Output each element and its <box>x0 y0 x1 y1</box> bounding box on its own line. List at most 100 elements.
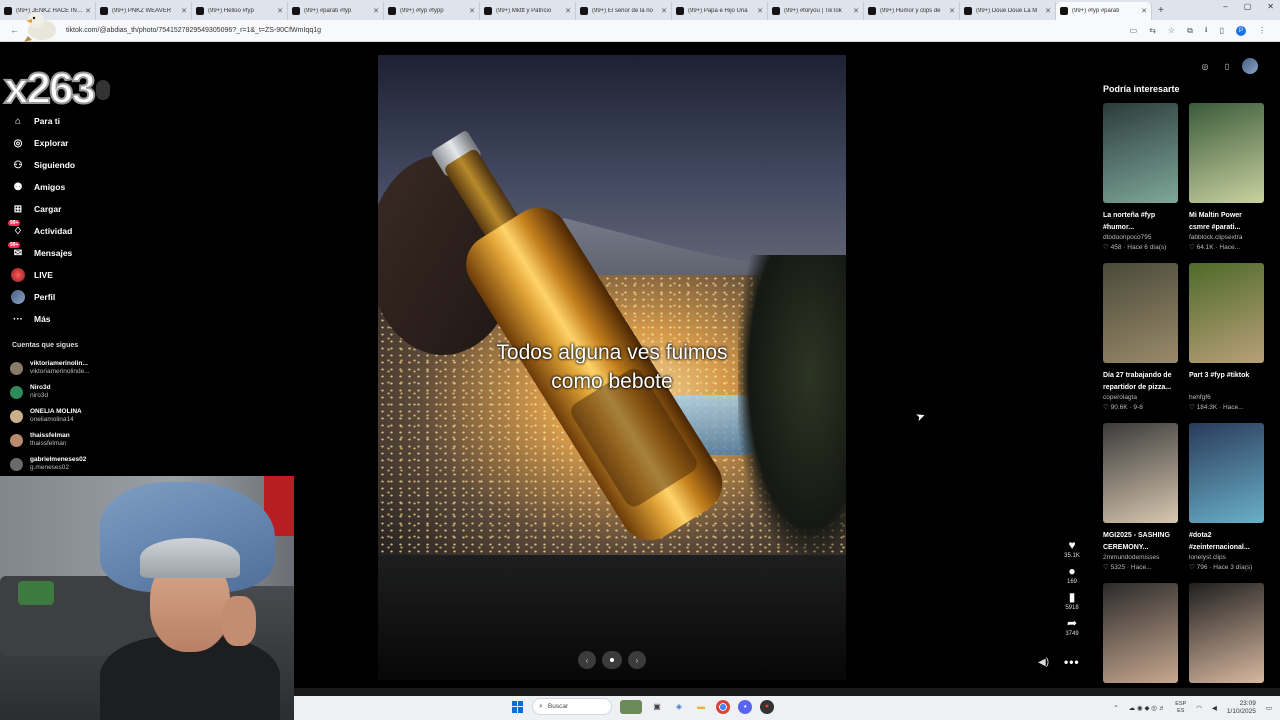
following-account[interactable]: gabrielmeneses02 g.meneses02 <box>10 452 120 476</box>
recommended-thumbnail[interactable] <box>1189 423 1264 523</box>
speaker-icon[interactable]: ◀ <box>1212 704 1217 712</box>
tab-close-icon[interactable]: ✕ <box>373 7 379 15</box>
split-view-icon[interactable]: ▯ <box>1220 26 1224 35</box>
tray-chevron-icon[interactable]: ⌃ <box>1113 704 1118 712</box>
share-icon[interactable]: ➦ <box>1067 616 1077 630</box>
wifi-icon[interactable]: ◠ <box>1196 704 1202 712</box>
following-account[interactable]: Niro3d niro3d <box>10 380 120 404</box>
widgets-icon[interactable] <box>620 699 642 714</box>
browser-tab[interactable]: (99+) PNKZ WEAVER ✕ <box>96 2 192 20</box>
recommended-card[interactable]: Mi Maltin Power csmre #parati... fabblock… <box>1189 103 1264 263</box>
recommended-thumbnail[interactable] <box>1103 423 1178 523</box>
sidebar-item-amigos[interactable]: ⚉ Amigos <box>8 176 158 198</box>
browser-tab[interactable]: (99+) Mkttt y Patricio ✕ <box>480 2 576 20</box>
more-options-icon[interactable]: ••• <box>1064 655 1080 669</box>
close-window-button[interactable]: ✕ <box>1267 2 1274 11</box>
tab-close-icon[interactable]: ✕ <box>949 7 955 15</box>
cast-icon[interactable]: ▭ <box>1130 26 1138 35</box>
browser-tab[interactable]: (99+) Doue Doue La M ✕ <box>960 2 1056 20</box>
tab-close-icon[interactable]: ✕ <box>853 7 859 15</box>
chrome-icon[interactable] <box>716 699 730 714</box>
translate-icon[interactable]: ⇆ <box>1149 26 1156 35</box>
taskbar-clock[interactable]: 23:09 1/10/2025 <box>1227 700 1256 716</box>
browser-tab[interactable]: (99+) #fyp #fypp ✕ <box>384 2 480 20</box>
photo-post-viewer[interactable]: Todos alguna ves fuimos como bebote <box>378 55 846 680</box>
extensions-icon[interactable]: ⧉ <box>1187 26 1193 36</box>
notification-icon[interactable]: ▭ <box>1266 704 1272 712</box>
tab-close-icon[interactable]: ✕ <box>1141 7 1147 15</box>
bookmark-icon[interactable]: ▮ <box>1069 590 1076 604</box>
browser-tab[interactable]: (99+) El señor de la no ✕ <box>576 2 672 20</box>
following-account[interactable]: viktoriamerinolin... viktoriamerinolinde.… <box>10 356 120 380</box>
browser-menu-icon[interactable]: ⋮ <box>1258 26 1266 35</box>
comment-action[interactable]: ● 169 <box>1067 564 1077 586</box>
browser-tab[interactable]: (99+) Papa e Hijo Una ✕ <box>672 2 768 20</box>
recommended-thumbnail[interactable] <box>1103 263 1178 363</box>
tab-close-icon[interactable]: ✕ <box>469 7 475 15</box>
language-indicator[interactable]: ESP ES <box>1175 701 1186 715</box>
volume-icon[interactable]: ◀) <box>1038 657 1049 668</box>
bookmark-star-icon[interactable]: ☆ <box>1168 26 1175 35</box>
sidebar-item-actividad[interactable]: ♢ 99+ Actividad <box>8 220 158 242</box>
maximize-button[interactable]: ▢ <box>1244 2 1252 11</box>
file-explorer-icon[interactable]: ▣ <box>650 700 664 714</box>
sidebar-item-mensajes[interactable]: ✉ 99+ Mensajes <box>8 242 158 264</box>
recommended-caption: Día 27 trabajando de repartidor de pizza… <box>1103 372 1172 391</box>
tab-close-icon[interactable]: ✕ <box>181 7 187 15</box>
sidebar-item-siguiendo[interactable]: ⚇ Siguiendo <box>8 154 158 176</box>
tab-close-icon[interactable]: ✕ <box>277 7 283 15</box>
share-action[interactable]: ➦ 3749 <box>1065 616 1078 638</box>
sidebar-item-para-ti[interactable]: ⌂ Para ti <box>8 110 158 132</box>
tab-close-icon[interactable]: ✕ <box>565 7 571 15</box>
recommended-card[interactable]: La norteña #fyp #humor... dtodoonpoco795 ♡… <box>1103 103 1178 263</box>
sidebar-item-live[interactable]: LIVE <box>8 264 158 286</box>
browser-tab[interactable]: (99+) Humor y clips de ✕ <box>864 2 960 20</box>
tray-app-icons[interactable]: ☁ ◉ ◆ ◎ ♬ <box>1129 704 1166 712</box>
following-account[interactable]: thaissfelman thaissfelman <box>10 428 120 452</box>
sidebar-item-perfil[interactable]: Perfil <box>8 286 158 308</box>
coin-icon[interactable]: ◎ <box>1198 59 1212 73</box>
recommended-thumbnail[interactable] <box>1189 263 1264 363</box>
minimize-button[interactable]: – <box>1223 2 1227 11</box>
browser-tab[interactable]: (99+) #foryou | TikTok ✕ <box>768 2 864 20</box>
recommended-card[interactable]: MGI2025 - SASHING CEREMONY... 2mmundodemi… <box>1103 423 1178 583</box>
recommended-thumbnail[interactable] <box>1103 583 1178 683</box>
folder-icon[interactable]: ▬ <box>694 700 708 714</box>
profile-avatar[interactable]: P <box>1236 25 1246 36</box>
carousel-prev-button[interactable]: ‹ <box>578 651 596 669</box>
copilot-icon[interactable]: ◈ <box>672 700 686 714</box>
sidebar-item-más[interactable]: ··· Más <box>8 308 158 330</box>
sidebar-item-explorar[interactable]: ◎ Explorar <box>8 132 158 154</box>
new-tab-button[interactable]: + <box>1158 5 1164 16</box>
discord-icon[interactable]: ◕ <box>738 699 752 714</box>
back-icon[interactable]: ← <box>10 25 19 36</box>
recommended-thumbnail[interactable] <box>1103 103 1178 203</box>
obs-icon[interactable]: ● <box>760 699 774 714</box>
downloads-icon[interactable]: ⭳ <box>1205 24 1208 38</box>
tab-close-icon[interactable]: ✕ <box>661 7 667 15</box>
carousel-next-button[interactable]: › <box>628 651 646 669</box>
recommended-card[interactable]: Día 27 trabajando de repartidor de pizza… <box>1103 263 1178 423</box>
windows-start-icon[interactable] <box>512 700 524 713</box>
browser-tab[interactable]: (99+) #parati #fyp ✕ <box>288 2 384 20</box>
tab-close-icon[interactable]: ✕ <box>85 7 91 15</box>
recommended-card[interactable]: Part 3 #fyp #tiktok hehfgf6 ♡ 184.3K · Hac… <box>1189 263 1264 423</box>
save-action[interactable]: ▮ 5918 <box>1065 590 1078 612</box>
following-account[interactable]: ONELIA MOLINA oneliamolina14 <box>10 404 120 428</box>
taskbar-search[interactable]: ⌕ Buscar <box>532 698 612 715</box>
tab-close-icon[interactable]: ✕ <box>1045 7 1051 15</box>
user-avatar[interactable] <box>1242 58 1258 74</box>
comment-icon[interactable]: ● <box>1068 564 1075 578</box>
recommended-thumbnail[interactable] <box>1189 583 1264 683</box>
tab-close-icon[interactable]: ✕ <box>757 7 763 15</box>
heart-icon[interactable]: ♥ <box>1068 538 1075 552</box>
browser-tab[interactable]: (99+) Helloo #fyp ✕ <box>192 2 288 20</box>
device-icon[interactable]: ▯ <box>1220 59 1234 73</box>
like-action[interactable]: ♥ 35.1K <box>1064 538 1080 560</box>
sidebar-item-cargar[interactable]: ⊞ Cargar <box>8 198 158 220</box>
recommended-card[interactable]: #dota2 #zeinternacional... lonelyst.clips… <box>1189 423 1264 583</box>
carousel-indicator[interactable] <box>602 651 622 669</box>
recommended-thumbnail[interactable] <box>1189 103 1264 203</box>
browser-tab[interactable]: (99+) #fyp #parati ✕ <box>1056 2 1152 20</box>
url-field[interactable]: tiktok.com/@abdias_th/photo/754152782954… <box>62 27 1130 34</box>
